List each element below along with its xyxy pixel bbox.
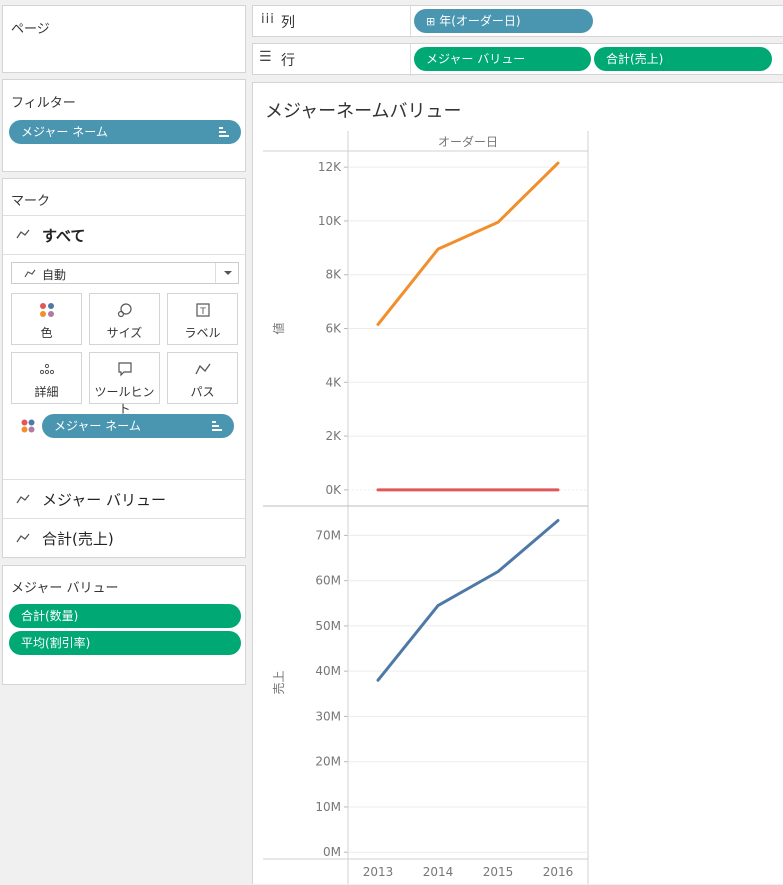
view-panel: メジャーネームバリュー オーダー日 0K2K4K6K8K10K12K値0M10M…	[252, 82, 783, 884]
mark-type-value: 自動	[42, 266, 66, 283]
marks-tab-sum-sales[interactable]: 合計(売上)	[3, 519, 245, 557]
measure-values-title: メジャー バリュー	[11, 577, 118, 596]
color-label: 色	[12, 324, 81, 341]
size-label: サイズ	[90, 324, 159, 341]
marks-panel: マーク すべて 自動 色 サイズ T ラベル 詳細	[2, 178, 246, 558]
rows-icon: ☰	[259, 49, 272, 65]
y-tick-label: 6K	[325, 322, 342, 336]
path-button[interactable]: パス	[167, 352, 238, 404]
y-tick-label: 20M	[315, 755, 341, 769]
marks-sum-sales-label: 合計(売上)	[42, 528, 114, 549]
column-header: オーダー日	[438, 134, 498, 149]
filters-title: フィルター	[11, 92, 76, 111]
line-mark-icon	[16, 229, 30, 239]
columns-icon: iii	[261, 12, 275, 27]
sort-icon[interactable]	[212, 421, 222, 431]
line-mark-icon	[16, 494, 30, 504]
chevron-down-icon	[224, 271, 232, 275]
y-tick-label: 8K	[325, 268, 342, 282]
measure-pill-sum-quantity[interactable]: 合計(数量)	[9, 604, 241, 628]
pages-title: ページ	[11, 18, 50, 37]
rows-pill-label: メジャー バリュー	[426, 52, 525, 66]
mark-type-dropdown[interactable]: 自動	[11, 262, 239, 284]
rows-shelf: ☰ 行 メジャー バリュー 合計(売上)	[252, 43, 783, 75]
rows-pill-sum-sales[interactable]: 合計(売上)	[594, 47, 772, 71]
series-line-0-0	[378, 163, 558, 324]
text-label-icon: T	[168, 302, 237, 318]
filter-pill-measure-names[interactable]: メジャー ネーム	[9, 120, 241, 144]
measure-values-panel: メジャー バリュー 合計(数量) 平均(割引率)	[2, 565, 246, 685]
size-icon	[90, 302, 159, 318]
chart-pane-0: 0K 2K 4K 6K 8K 10K 12K 値	[271, 160, 588, 497]
columns-shelf: iii 列 ⊞ 年(オーダー日)	[252, 5, 783, 37]
marks-title: マーク	[11, 190, 50, 209]
color-dots-icon	[12, 302, 81, 318]
y-axis-label: 売上	[271, 670, 286, 694]
series-line-1-0	[378, 520, 558, 680]
detail-dots-icon	[12, 361, 81, 377]
color-pill-label: メジャー ネーム	[54, 419, 141, 433]
detail-label: 詳細	[12, 383, 81, 400]
detail-button[interactable]: 詳細	[11, 352, 82, 404]
rows-label: 行	[281, 50, 295, 70]
label-label: ラベル	[168, 324, 237, 341]
rows-pill-label: 合計(売上)	[606, 52, 663, 66]
measure-pill-label: 平均(割引率)	[21, 636, 90, 650]
y-tick-label: 4K	[325, 375, 342, 389]
x-tick-label: 2015	[483, 865, 514, 879]
x-tick-label: 2016	[543, 865, 574, 879]
chart-area[interactable]: オーダー日 0K 2K 4K 6K 8K 10K 12K 値 0M 10M 20M 30M 40M 50M…	[253, 83, 783, 885]
columns-label: 列	[281, 12, 295, 32]
filter-pill-label: メジャー ネーム	[21, 125, 108, 139]
sort-icon[interactable]	[219, 127, 229, 137]
line-mark-icon	[16, 533, 30, 543]
filters-panel: フィルター メジャー ネーム	[2, 79, 246, 172]
size-button[interactable]: サイズ	[89, 293, 160, 345]
pages-panel[interactable]: ページ	[2, 5, 246, 73]
y-tick-label: 0M	[323, 845, 341, 859]
label-button[interactable]: T ラベル	[167, 293, 238, 345]
measure-pill-avg-discount[interactable]: 平均(割引率)	[9, 631, 241, 655]
marks-tab-measure-values[interactable]: メジャー バリュー	[3, 480, 245, 518]
tooltip-icon	[90, 361, 159, 377]
path-line-icon	[168, 361, 237, 377]
y-tick-label: 50M	[315, 619, 341, 633]
rows-pill-measure-values[interactable]: メジャー バリュー	[414, 47, 591, 71]
y-tick-label: 12K	[318, 160, 342, 174]
columns-pill-label: 年(オーダー日)	[439, 14, 520, 28]
svg-text:T: T	[199, 307, 206, 317]
line-mark-icon	[24, 269, 36, 278]
y-tick-label: 70M	[315, 528, 341, 542]
measure-pill-label: 合計(数量)	[21, 609, 78, 623]
y-tick-label: 10M	[315, 800, 341, 814]
color-pill-measure-names[interactable]: メジャー ネーム	[42, 414, 234, 438]
x-tick-label: 2013	[363, 865, 394, 879]
plus-box-icon: ⊞	[426, 15, 435, 28]
path-label: パス	[168, 383, 237, 400]
color-dots-icon	[21, 419, 35, 433]
y-tick-label: 0K	[325, 483, 342, 497]
marks-measure-values-label: メジャー バリュー	[42, 489, 166, 510]
marks-all-label: すべて	[42, 225, 85, 246]
y-tick-label: 30M	[315, 709, 341, 723]
tooltip-label: ツールヒント	[90, 383, 159, 417]
tooltip-button[interactable]: ツールヒント	[89, 352, 160, 404]
y-axis-label: 値	[271, 322, 286, 334]
y-tick-label: 10K	[318, 214, 342, 228]
color-button[interactable]: 色	[11, 293, 82, 345]
chart-pane-1: 0M 10M 20M 30M 40M 50M 60M 70M 売上	[271, 520, 588, 859]
columns-pill-year-order-date[interactable]: ⊞ 年(オーダー日)	[414, 9, 593, 33]
y-tick-label: 60M	[315, 574, 341, 588]
y-tick-label: 2K	[325, 429, 342, 443]
marks-tab-all[interactable]: すべて	[3, 216, 245, 254]
y-tick-label: 40M	[315, 664, 341, 678]
x-tick-label: 2014	[423, 865, 454, 879]
